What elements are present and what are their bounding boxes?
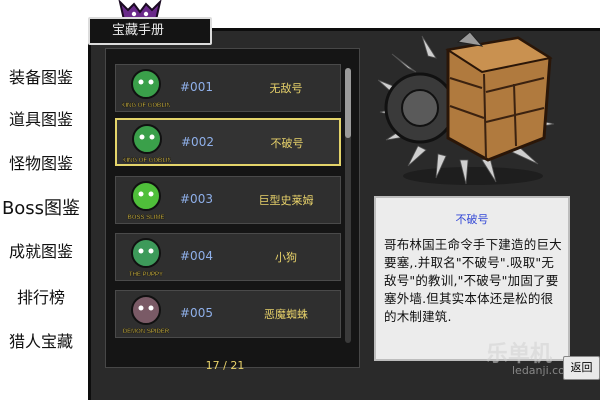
detail-description: 哥布林国王命令手下建造的巨大要塞,.并取名"不破号".吸取"无敌号"的教训,"不… <box>384 237 562 324</box>
back-button[interactable]: 返回 <box>563 356 600 380</box>
sidebar-item-leaderboard[interactable]: 排行榜 <box>0 284 82 308</box>
portrait-badge-text: KING OF GOBLIN <box>123 158 171 164</box>
sidebar-item-equipment[interactable]: 装备图鉴 <box>0 64 82 88</box>
list-item[interactable]: DEMON SPIDER #005 恶魔蜘蛛 <box>115 290 341 338</box>
list-item[interactable]: KING OF GOBLIN #001 无敌号 <box>115 64 341 112</box>
item-name: 小狗 <box>275 251 297 264</box>
sidebar-item-achievements[interactable]: 成就图鉴 <box>0 238 82 262</box>
goblin-king-portrait: KING OF GOBLIN <box>121 67 171 111</box>
sidebar-item-boss[interactable]: Boss图鉴 <box>0 194 82 220</box>
item-number: #002 <box>181 135 214 149</box>
item-number: #005 <box>180 306 213 320</box>
puppy-portrait: THE PUPPY <box>122 236 170 280</box>
page-indicator: 17 / 21 <box>205 359 245 372</box>
sidebar-item-items[interactable]: 道具图鉴 <box>0 106 82 130</box>
list-item[interactable]: THE PUPPY #004 小狗 <box>115 233 341 281</box>
item-number: #004 <box>180 249 213 263</box>
list-item[interactable]: BOSS SLIME #003 巨型史莱姆 <box>115 176 341 224</box>
portrait-badge-text: THE PUPPY <box>129 272 163 278</box>
list-scrollbar[interactable] <box>345 68 351 343</box>
item-name: 不破号 <box>270 137 304 150</box>
item-name: 恶魔蜘蛛 <box>264 308 308 321</box>
boss-slime-portrait: BOSS SLIME <box>122 179 170 223</box>
detail-title: 不破号 <box>455 213 489 226</box>
goblin-king-portrait: KING OF GOBLIN <box>122 122 172 166</box>
sidebar-item-monsters[interactable]: 怪物图鉴 <box>0 150 82 174</box>
list-item-selected[interactable]: KING OF GOBLIN #002 不破号 <box>115 118 341 166</box>
sidebar-item-hunter-treasure[interactable]: 猎人宝藏 <box>0 328 82 352</box>
panel-title: 宝藏手册 <box>88 17 212 45</box>
scroll-thumb[interactable] <box>345 68 351 138</box>
portrait-badge-text: DEMON SPIDER <box>123 329 170 335</box>
sidebar: 装备图鉴 道具图鉴 怪物图鉴 Boss图鉴 成就图鉴 排行榜 猎人宝藏 <box>0 48 82 400</box>
item-number: #003 <box>180 192 213 206</box>
portrait-badge-text: KING OF GOBLIN <box>122 103 170 109</box>
fortress-illustration <box>378 31 555 185</box>
portrait-badge-text: BOSS SLIME <box>127 215 164 221</box>
demon-spider-portrait: DEMON SPIDER <box>122 293 170 337</box>
item-number: #001 <box>180 80 213 94</box>
item-name: 无敌号 <box>269 82 303 95</box>
watermark: 乐单机 ledanji.com <box>486 336 576 386</box>
item-name: 巨型史莱姆 <box>258 194 314 207</box>
